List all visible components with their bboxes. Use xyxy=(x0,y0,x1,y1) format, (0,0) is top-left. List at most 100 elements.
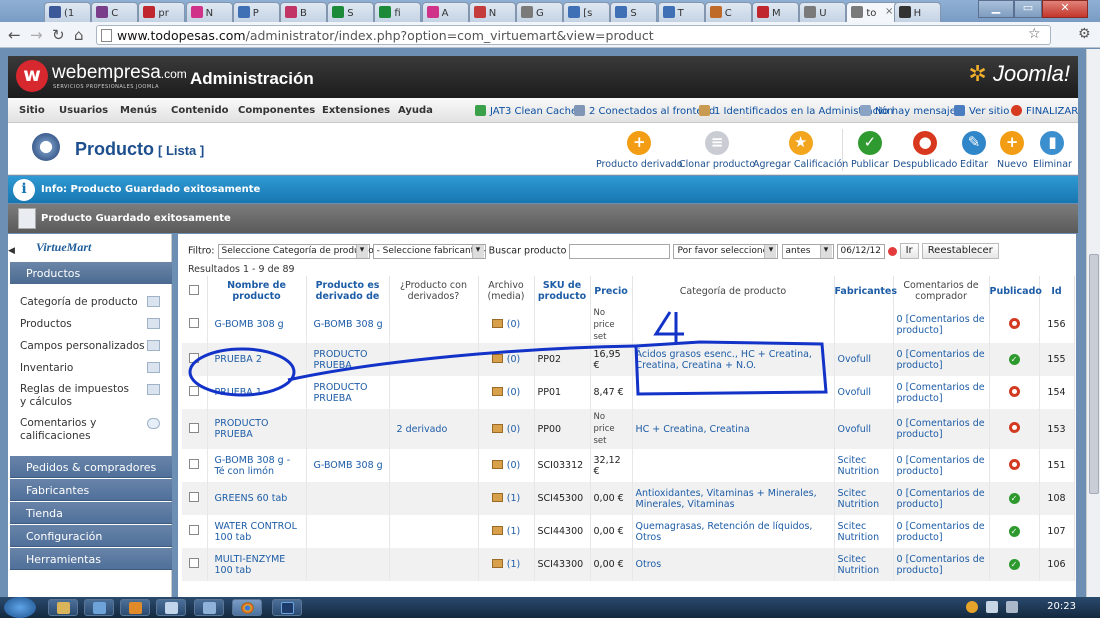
category-text[interactable]: HC + Creatina, Creatina xyxy=(636,424,750,435)
sidebar-item-reviews[interactable]: Comentarios y calificaciones xyxy=(20,417,130,443)
browser-tab[interactable]: H xyxy=(893,2,941,22)
column-header-sku[interactable]: SKU de producto xyxy=(534,276,591,306)
product-name-text[interactable]: PRUEBA 1 xyxy=(215,387,262,398)
reviews-cell[interactable]: 0 [Comentarios de producto] xyxy=(893,515,990,548)
manufacturer-text[interactable]: Scitec Nutrition xyxy=(838,455,880,477)
date-input[interactable]: 06/12/12 xyxy=(836,243,885,259)
table-row[interactable]: MULTI-ENZYME 100 tab (1) SCI43300 0,00 € Otr… xyxy=(182,548,1075,581)
child-products-cell[interactable]: 2 derivado xyxy=(389,409,479,449)
row-checkbox[interactable] xyxy=(189,422,200,433)
sidebar-section-manufacturers[interactable]: Fabricantes xyxy=(10,479,172,501)
child-products-cell[interactable] xyxy=(389,548,479,581)
product-name-text[interactable]: PRUEBA 2 xyxy=(215,354,262,365)
child-products-cell[interactable] xyxy=(389,343,479,376)
unpublish-button[interactable]: ● Despublicado xyxy=(893,131,957,170)
manufacturer-cell[interactable]: Ovofull xyxy=(834,409,894,449)
child-products-text[interactable]: 2 derivado xyxy=(397,424,448,435)
published-check-icon[interactable]: ✓ xyxy=(1008,559,1020,570)
unpublished-icon[interactable] xyxy=(1008,385,1020,397)
parent-product-cell[interactable] xyxy=(306,515,390,548)
published-check-icon[interactable]: ✓ xyxy=(1008,354,1020,365)
taskbar-clock[interactable]: 20:23 xyxy=(1047,601,1076,612)
parent-product-text[interactable]: PRODUCTO PRUEBA xyxy=(314,382,368,404)
select-all-checkbox[interactable] xyxy=(189,284,200,295)
product-name-cell[interactable]: PRUEBA 1 xyxy=(207,376,307,409)
taskbar-photoshop[interactable] xyxy=(272,599,302,616)
media-cell[interactable]: (0) xyxy=(478,376,535,409)
product-name-cell[interactable]: WATER CONTROL 100 tab xyxy=(207,515,307,548)
row-checkbox[interactable] xyxy=(189,558,200,568)
category-text[interactable]: Ácidos grasos esenc., HC + Creatina, Cre… xyxy=(636,349,812,371)
taskbar-app-3[interactable] xyxy=(120,599,150,616)
column-header-parent[interactable]: Producto es derivado de xyxy=(306,276,390,306)
volume-icon[interactable] xyxy=(1006,601,1018,613)
child-products-cell[interactable] xyxy=(389,515,479,548)
reviews-cell[interactable]: 0 [Comentarios de producto] xyxy=(893,409,990,449)
collapse-arrow-icon[interactable]: ◀ xyxy=(8,246,15,256)
row-select-cell[interactable] xyxy=(182,548,208,581)
browser-tab[interactable]: M xyxy=(752,2,799,22)
reload-icon[interactable]: ↻ xyxy=(52,26,65,44)
manufacturer-filter-select[interactable]: - Seleccione fabricante - xyxy=(372,243,486,259)
category-cell[interactable]: Quemagrasas, Retención de líquidos, Otro… xyxy=(632,515,835,548)
row-checkbox[interactable] xyxy=(189,492,200,502)
view-site-link[interactable]: Ver sitio xyxy=(954,105,1009,117)
child-products-cell[interactable] xyxy=(389,449,479,482)
manufacturer-cell[interactable] xyxy=(834,306,894,343)
browser-tab[interactable]: N xyxy=(468,2,516,22)
tray-app-icon[interactable] xyxy=(966,601,978,613)
published-cell[interactable]: ✓ xyxy=(989,548,1040,581)
sidebar-heading-productos[interactable]: Productos xyxy=(10,262,172,284)
column-header-published[interactable]: Publicado xyxy=(989,276,1042,306)
browser-tab[interactable]: G xyxy=(516,2,563,22)
product-name-cell[interactable]: G-BOMB 308 g - Té con limón xyxy=(207,449,307,482)
tray-flag-icon[interactable] xyxy=(986,601,998,613)
manufacturer-text[interactable]: Ovofull xyxy=(838,424,872,435)
browser-tab[interactable]: [s xyxy=(563,2,611,22)
row-checkbox[interactable] xyxy=(189,459,200,469)
media-cell[interactable]: (0) xyxy=(478,409,535,449)
browser-tab[interactable]: to × xyxy=(846,2,899,23)
column-header-price[interactable]: Precio xyxy=(590,276,633,306)
category-cell[interactable] xyxy=(632,306,835,343)
search-input[interactable] xyxy=(569,243,671,259)
menu-componentes[interactable]: Componentes xyxy=(238,105,315,116)
sidebar-section-tools[interactable]: Herramientas xyxy=(10,548,172,570)
parent-product-cell[interactable]: PRODUCTO PRUEBA xyxy=(306,376,390,409)
manufacturer-cell[interactable]: Scitec Nutrition xyxy=(834,449,894,482)
category-cell[interactable] xyxy=(632,376,835,409)
new-button[interactable]: + Nuevo xyxy=(997,131,1027,170)
browser-tab[interactable]: B xyxy=(280,2,327,22)
manufacturer-text[interactable]: Ovofull xyxy=(838,387,872,398)
sidebar-item-inventory[interactable]: Inventario xyxy=(20,362,160,375)
browser-tab[interactable]: U xyxy=(799,2,847,22)
delete-button[interactable]: ▮ Eliminar xyxy=(1033,131,1072,170)
url-bar[interactable]: www.todopesas.com/administrator/index.ph… xyxy=(96,25,1051,45)
sidebar-item-products[interactable]: Productos xyxy=(20,318,160,331)
media-cell[interactable]: (0) xyxy=(478,449,535,482)
parent-product-cell[interactable]: G-BOMB 308 g xyxy=(306,306,390,343)
browser-tab[interactable]: fi xyxy=(374,2,422,22)
manufacturer-text[interactable]: Scitec Nutrition xyxy=(838,488,880,510)
manufacturer-cell[interactable]: Scitec Nutrition xyxy=(834,548,894,581)
unpublished-icon[interactable] xyxy=(1008,317,1020,329)
category-cell[interactable]: Otros xyxy=(632,548,835,581)
manufacturer-cell[interactable]: Scitec Nutrition xyxy=(834,482,894,515)
product-name-text[interactable]: G-BOMB 308 g xyxy=(215,319,284,330)
reviews-cell[interactable]: 0 [Comentarios de producto] xyxy=(893,548,990,581)
back-arrow-icon[interactable]: ← xyxy=(8,26,21,44)
published-cell[interactable]: ✓ xyxy=(989,515,1040,548)
browser-tab[interactable]: S xyxy=(610,2,658,22)
child-products-cell[interactable] xyxy=(389,376,479,409)
row-select-cell[interactable] xyxy=(182,409,208,449)
menu-extensiones[interactable]: Extensiones xyxy=(322,105,390,116)
close-window-button[interactable]: ✕ xyxy=(1042,0,1088,18)
published-cell[interactable] xyxy=(989,376,1040,409)
parent-product-cell[interactable]: G-BOMB 308 g xyxy=(306,449,390,482)
minimize-button[interactable]: ▁ xyxy=(978,0,1014,18)
reviews-text[interactable]: 0 [Comentarios de producto] xyxy=(897,521,985,543)
published-cell[interactable] xyxy=(989,409,1040,449)
home-icon[interactable]: ⌂ xyxy=(74,26,84,44)
row-select-cell[interactable] xyxy=(182,482,208,515)
category-cell[interactable]: Ácidos grasos esenc., HC + Creatina, Cre… xyxy=(632,343,835,376)
